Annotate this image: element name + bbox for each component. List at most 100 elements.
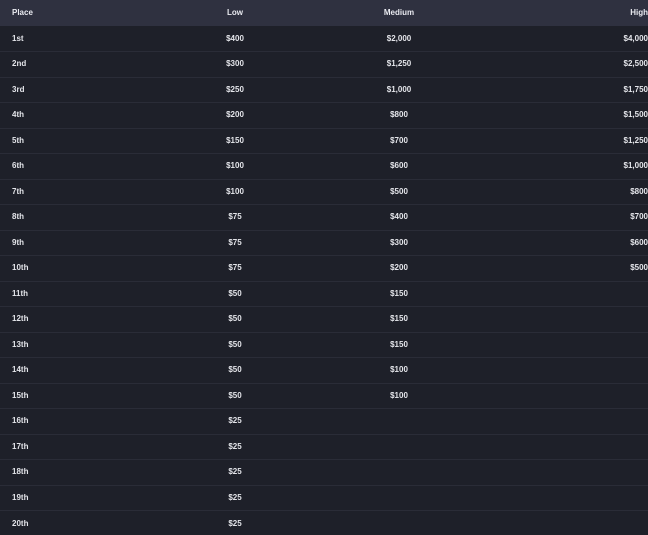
cell-high: $1,000 [623,161,648,171]
cell-high: $4,000 [623,33,648,43]
table-row: 10th $75 $200 $500 [0,255,648,281]
cell-place: 11th [12,288,29,298]
table-row: 5th $150 $700 $1,250 [0,128,648,154]
cell-low: $75 [228,212,242,222]
cell-place: 10th [12,263,29,273]
cell-place: 3rd [12,84,25,94]
table-row: 13th $50 $150 [0,332,648,358]
cell-low: $50 [228,288,242,298]
cell-medium: $600 [390,161,408,171]
cell-medium [310,434,488,460]
cell-low: $25 [228,416,242,426]
table-row: 18th $25 [0,459,648,486]
table-row: 12th $50 $150 [0,306,648,333]
cell-medium: $500 [390,186,408,196]
cell-low: $25 [228,467,242,477]
table-row: 19th $25 [0,485,648,511]
header-medium: Medium [383,8,415,17]
cell-medium: $100 [390,390,408,400]
cell-low: $50 [228,365,242,375]
cell-high: $1,500 [623,110,648,120]
cell-medium: $1,250 [386,59,412,69]
cell-low: $25 [228,441,242,451]
header-place: Place [12,8,33,17]
cell-medium [310,460,488,486]
cell-high [488,460,648,486]
cell-medium: $400 [390,212,408,222]
header-row: Place Low Medium High [0,0,648,26]
cell-place: 5th [12,135,24,145]
table-header: Place Low Medium High [0,0,648,26]
cell-low: $200 [226,110,244,120]
table-row: 3rd $250 $1,000 $1,750 [0,77,648,103]
cell-place: 2nd [12,59,27,69]
table-row: 20th $25 [0,510,648,535]
cell-medium: $150 [390,314,408,324]
cell-place: 13th [12,339,29,349]
cell-place: 7th [12,186,24,196]
cell-low: $25 [228,492,242,502]
cell-medium [310,511,488,535]
cell-place: 6th [12,161,24,171]
cell-low: $100 [226,186,244,196]
table-row: 1st $400 $2,000 $4,000 [0,26,648,52]
cell-high [488,383,648,409]
cell-place: 17th [12,441,29,451]
cell-high: $700 [630,212,648,222]
cell-low: $50 [228,390,242,400]
cell-place: 18th [12,467,29,477]
table-row: 17th $25 [0,434,648,460]
cell-medium: $150 [390,339,408,349]
cell-medium: $700 [390,135,408,145]
cell-medium [310,485,488,511]
table-row: 14th $50 $100 [0,357,648,384]
cell-place: 12th [12,314,29,324]
table-row: 16th $25 [0,408,648,435]
cell-high [488,511,648,535]
cell-medium: $800 [390,110,408,120]
cell-place: 20th [12,518,29,528]
cell-low: $25 [228,518,242,528]
cell-high [488,434,648,460]
cell-low: $400 [226,33,244,43]
cell-medium: $2,000 [386,33,412,43]
prize-table: Place Low Medium High 1st $400 $2,000 $4… [0,0,648,535]
cell-low: $300 [226,59,244,69]
cell-high [488,332,648,358]
cell-place: 14th [12,365,29,375]
table-body: 1st $400 $2,000 $4,000 2nd $300 $1,250 $… [0,26,648,535]
cell-high: $800 [630,186,648,196]
cell-place: 1st [12,33,24,43]
table-row: 4th $200 $800 $1,500 [0,102,648,128]
cell-place: 8th [12,212,24,222]
cell-high: $2,500 [623,59,648,69]
table-row: 6th $100 $600 $1,000 [0,153,648,179]
cell-high: $1,750 [623,84,648,94]
cell-high [488,307,648,333]
cell-medium [310,409,488,435]
table-row: 15th $50 $100 [0,383,648,409]
cell-high [488,358,648,384]
cell-place: 16th [12,416,29,426]
cell-low: $150 [226,135,244,145]
cell-low: $100 [226,161,244,171]
cell-low: $250 [226,84,244,94]
cell-low: $75 [228,237,242,247]
cell-medium: $300 [390,237,408,247]
cell-low: $50 [228,339,242,349]
cell-high: $600 [630,237,648,247]
cell-high [488,281,648,307]
cell-low: $50 [228,314,242,324]
header-low: Low [227,8,243,17]
cell-high [488,409,648,435]
cell-high: $1,250 [623,135,648,145]
cell-low: $75 [228,263,242,273]
cell-place: 15th [12,390,29,400]
table-row: 7th $100 $500 $800 [0,179,648,205]
cell-medium: $150 [390,288,408,298]
table-row: 8th $75 $400 $700 [0,204,648,230]
cell-medium: $1,000 [386,84,412,94]
table-row: 11th $50 $150 [0,281,648,307]
cell-medium: $200 [390,263,408,273]
table-row: 9th $75 $300 $600 [0,230,648,256]
